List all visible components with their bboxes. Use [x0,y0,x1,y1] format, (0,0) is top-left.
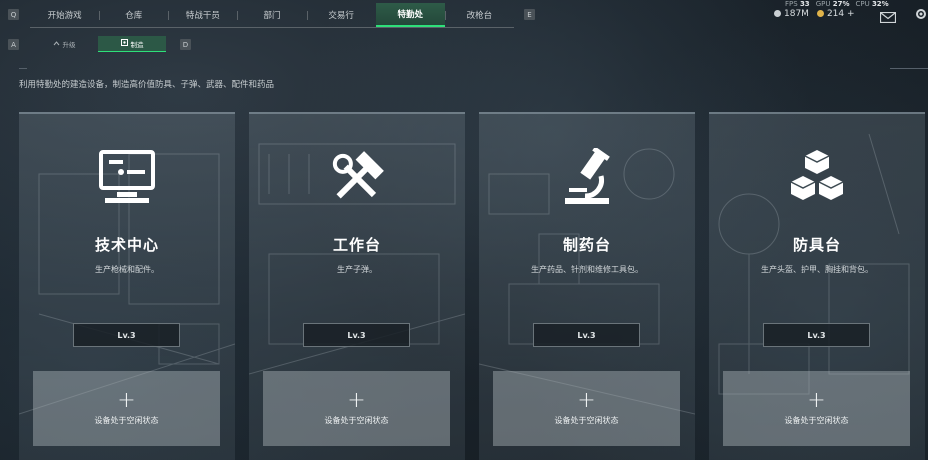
slot-status: 设备处于空闲状态 [94,416,159,425]
subtab-craft-label: 制造 [130,40,144,49]
divider-left [19,68,27,69]
station-subtitle: 生产子弹。 [337,265,377,274]
station-level: Lv.3 [533,323,640,347]
fps-value: 33 [799,0,810,8]
add-icon: + [807,388,826,413]
cpu-stat: CPU 32% [855,0,888,8]
cpu-label: CPU [855,0,870,8]
station-title: 防具台 [792,236,841,254]
add-icon: + [577,388,596,413]
silver-amount: 187M [784,9,809,19]
mail-icon[interactable] [879,8,897,27]
performance-stats: FPS 33 GPU 27% CPU 32% [785,0,889,8]
production-slot[interactable]: + 设备处于空闲状态 [263,371,450,446]
station-card-tech-center[interactable]: 技术中心 生产枪械和配件。 Lv.3 + 设备处于空闲状态 [19,112,235,460]
station-level: Lv.3 [73,323,180,347]
tab-department[interactable]: 部门 [237,3,306,27]
station-level: Lv.3 [763,323,870,347]
subnav-left-key-hint[interactable]: A [8,39,19,50]
computer-icon [95,148,159,208]
subtab-craft[interactable]: 制造 [98,36,166,52]
tab-warehouse[interactable]: 仓库 [99,3,168,27]
tab-operators[interactable]: 特战干员 [168,3,237,27]
gold-coin-icon [816,10,824,17]
microscope-icon [555,146,619,208]
subtab-upgrade[interactable]: 升级 [30,36,98,52]
station-title: 工作台 [332,236,381,254]
add-icon: + [347,388,366,413]
nav-left-key-hint[interactable]: Q [8,9,19,20]
nav-right-key-hint[interactable]: E [524,9,535,20]
station-card-armor-bench[interactable]: 防具台 生产头盔、护甲、胸挂和背包。 Lv.3 + 设备处于空闲状态 [709,112,925,460]
tab-gunsmith[interactable]: 改枪台 [444,3,514,27]
currency-display: 187M 214 + [774,9,855,19]
hammer-wrench-icon [325,148,389,208]
cpu-value: 32% [871,0,889,8]
station-card-workbench[interactable]: 工作台 生产子弹。 Lv.3 + 设备处于空闲状态 [249,112,465,460]
main-tabs: 开始游戏 仓库 特战干员 部门 交易行 特勤处 改枪台 [30,3,514,28]
fps-label: FPS [785,0,798,8]
station-level: Lv.3 [303,323,410,347]
upgrade-icon [53,40,60,49]
station-title: 制药台 [562,236,611,254]
slot-status: 设备处于空闲状态 [554,416,619,425]
gear-icon[interactable] [914,6,928,25]
divider-right [890,68,928,69]
production-slot[interactable]: + 设备处于空闲状态 [723,371,910,446]
production-slot[interactable]: + 设备处于空闲状态 [493,371,680,446]
boxes-icon [785,148,849,208]
gpu-value: 27% [832,0,850,8]
station-title: 技术中心 [94,236,159,254]
add-currency-button[interactable]: + [847,9,855,19]
sub-navigation: A 升级 制造 D [0,36,200,52]
gold-currency[interactable]: 214 + [816,9,855,19]
silver-coin-icon [774,10,781,17]
fps-stat: FPS 33 [785,0,810,8]
subnav-right-key-hint[interactable]: D [180,39,191,50]
station-subtitle: 生产枪械和配件。 [95,265,159,274]
gpu-label: GPU [815,0,831,8]
top-navigation: Q 开始游戏 仓库 特战干员 部门 交易行 特勤处 改枪台 E FPS 33 G… [0,0,928,28]
silver-currency: 187M [774,9,809,19]
slot-status: 设备处于空闲状态 [324,416,389,425]
subtab-upgrade-label: 升级 [62,41,76,49]
gpu-stat: GPU 27% [816,0,850,8]
tab-special-ops[interactable]: 特勤处 [375,3,445,27]
tab-start-game[interactable]: 开始游戏 [30,3,99,27]
station-subtitle: 生产药品、针剂和维修工具包。 [531,265,643,274]
slot-status: 设备处于空闲状态 [784,416,849,425]
tab-trading[interactable]: 交易行 [306,3,376,27]
production-slot[interactable]: + 设备处于空闲状态 [33,371,220,446]
station-subtitle: 生产头盔、护甲、胸挂和背包。 [761,265,873,274]
page-description: 利用特勤处的建造设备，制造高价值防具、子弹、武器、配件和药品 [19,80,275,90]
craft-icon [120,39,128,48]
gold-amount: 214 [826,9,845,19]
station-card-pharmacy[interactable]: 制药台 生产药品、针剂和维修工具包。 Lv.3 + 设备处于空闲状态 [479,112,695,460]
add-icon: + [117,388,136,413]
